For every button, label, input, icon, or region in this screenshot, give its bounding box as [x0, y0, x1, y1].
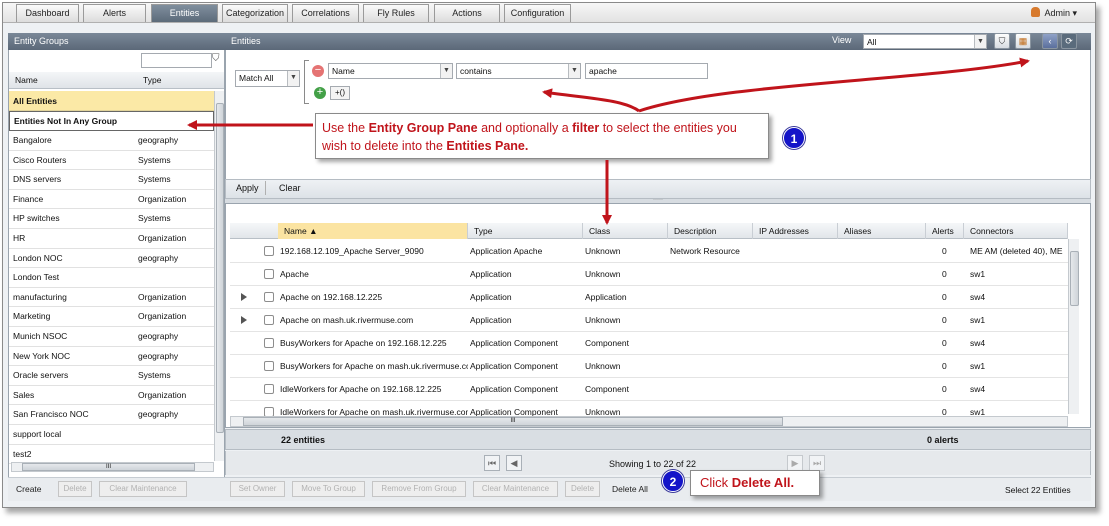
app-window: Dashboard Alerts Entities Categorization… — [2, 2, 1096, 508]
arrow-to-filter — [542, 88, 640, 113]
arrow-to-filter-toggle — [638, 57, 1030, 113]
annotation-arrows — [187, 57, 1030, 225]
